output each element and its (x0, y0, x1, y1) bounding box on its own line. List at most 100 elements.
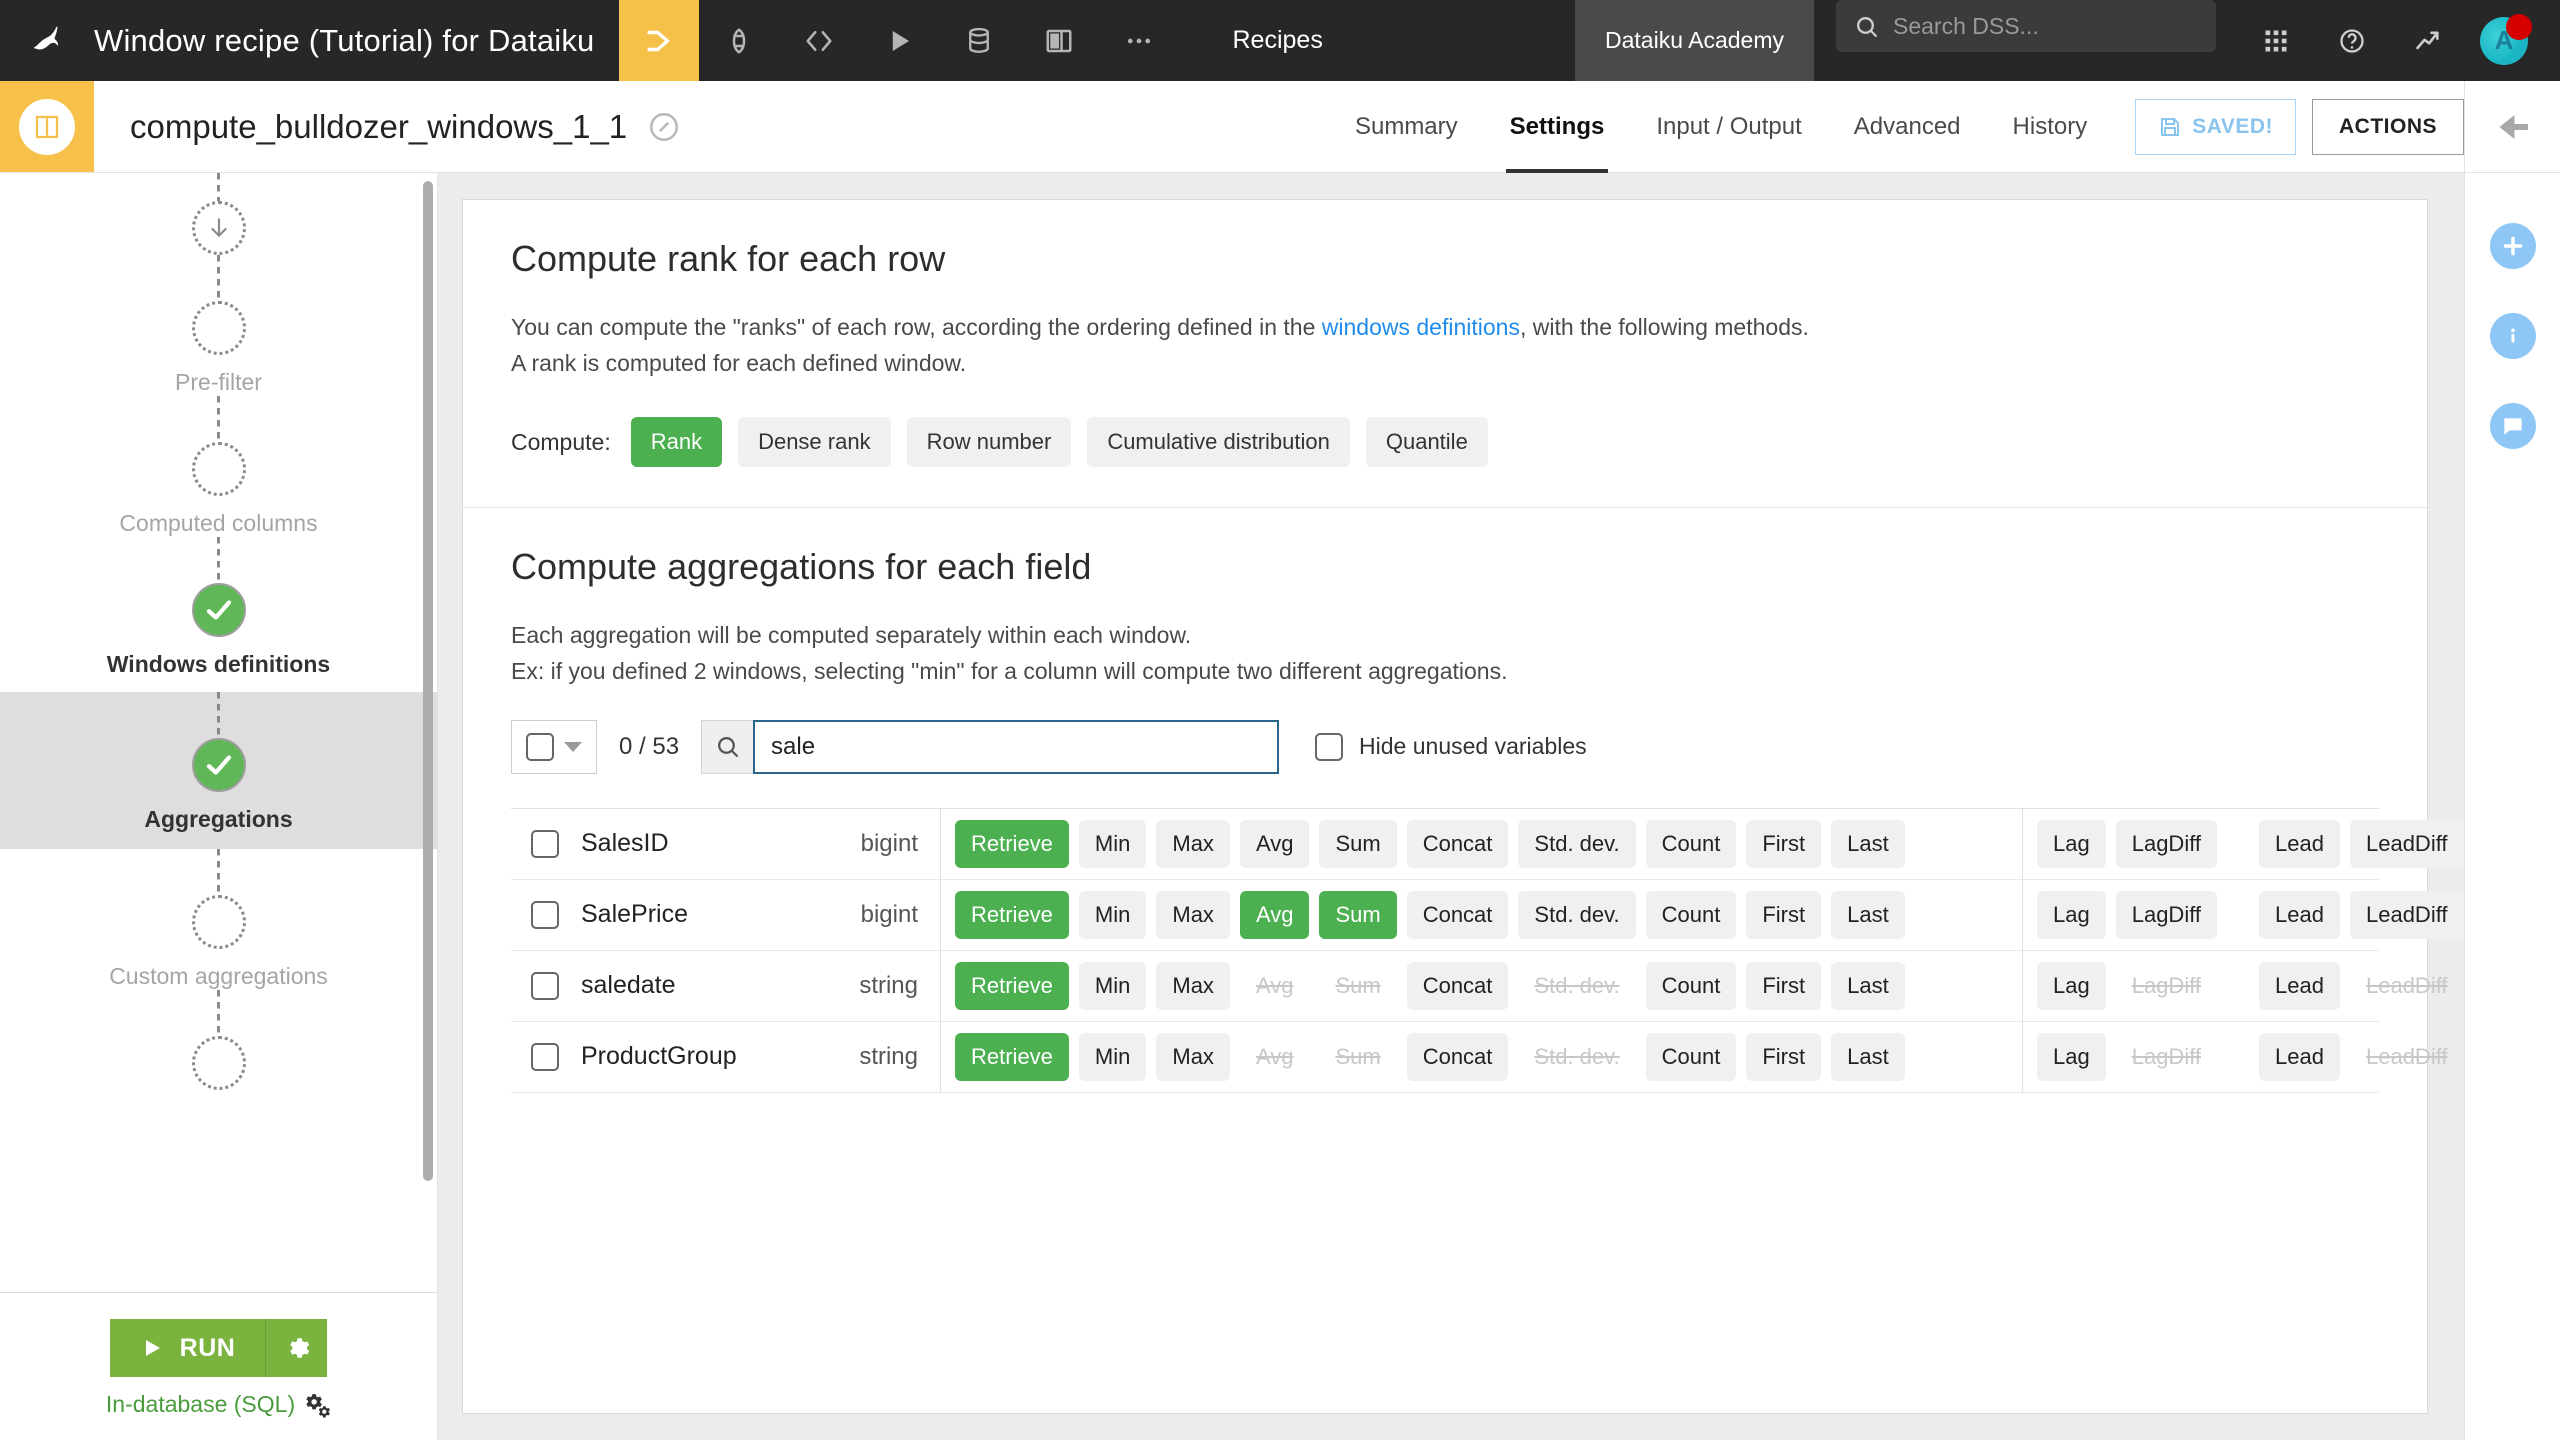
agg-last[interactable]: Last (1831, 1032, 1905, 1081)
agg-lead[interactable]: Lead (2259, 890, 2340, 939)
agg-retrieve[interactable]: Retrieve (955, 890, 1069, 939)
agg-lag[interactable]: Lag (2037, 819, 2106, 868)
agg-count[interactable]: Count (1645, 961, 1737, 1010)
step-node-custom-aggregations[interactable] (191, 895, 246, 949)
add-icon[interactable] (2489, 223, 2536, 269)
step-node-input[interactable] (191, 201, 246, 255)
play-icon[interactable] (859, 0, 939, 81)
agg-retrieve[interactable]: Retrieve (955, 1032, 1069, 1081)
tab-input-output[interactable]: Input / Output (1630, 81, 1827, 173)
agg-retrieve[interactable]: Retrieve (955, 961, 1069, 1010)
row-checkbox[interactable] (531, 1042, 559, 1071)
agg-std-dev[interactable]: Std. dev. (1518, 819, 1636, 868)
project-title[interactable]: Window recipe (Tutorial) for Dataiku (94, 0, 619, 81)
sidebar-item-windows-definitions[interactable]: Windows definitions (0, 537, 437, 692)
compute-option-quantile[interactable]: Quantile (1365, 417, 1488, 468)
navigate-icon[interactable] (647, 110, 681, 144)
agg-lagdiff[interactable]: LagDiff (2115, 890, 2218, 939)
agg-count[interactable]: Count (1645, 890, 1737, 939)
sidebar-item-aggregations[interactable]: Aggregations (0, 692, 437, 849)
compute-option-dense-rank[interactable]: Dense rank (738, 417, 891, 468)
dataiku-academy-button[interactable]: Dataiku Academy (1575, 0, 1814, 81)
table-row[interactable]: ProductGroup string Retrieve Min Max Avg… (511, 1021, 2448, 1093)
agg-first[interactable]: First (1746, 819, 1822, 868)
agg-concat[interactable]: Concat (1406, 819, 1509, 868)
agg-min[interactable]: Min (1078, 819, 1147, 868)
comment-icon[interactable] (2489, 403, 2536, 449)
tab-settings[interactable]: Settings (1484, 81, 1631, 173)
agg-lag[interactable]: Lag (2037, 961, 2106, 1010)
agg-leaddiff[interactable]: LeadDiff (2349, 890, 2464, 939)
apps-grid-icon[interactable] (2238, 0, 2314, 81)
collapse-panel-button[interactable] (2464, 81, 2560, 172)
hide-unused-checkbox[interactable] (1315, 732, 1344, 761)
agg-max[interactable]: Max (1156, 961, 1230, 1010)
agg-lead[interactable]: Lead (2259, 961, 2340, 1010)
row-checkbox[interactable] (531, 971, 559, 1000)
column-search-input[interactable] (753, 719, 1280, 774)
actions-button[interactable]: ACTIONS (2312, 98, 2464, 155)
more-icon[interactable] (1099, 0, 1179, 81)
dataiku-bird-icon[interactable] (0, 0, 94, 81)
database-icon[interactable] (939, 0, 1019, 81)
agg-last[interactable]: Last (1831, 819, 1905, 868)
agg-sum[interactable]: Sum (1319, 890, 1397, 939)
agg-min[interactable]: Min (1078, 890, 1147, 939)
agg-max[interactable]: Max (1156, 890, 1230, 939)
step-node-windows-definitions[interactable] (191, 583, 246, 637)
trend-icon[interactable] (2390, 0, 2466, 81)
agg-last[interactable]: Last (1831, 890, 1905, 939)
agg-count[interactable]: Count (1645, 819, 1737, 868)
agg-concat[interactable]: Concat (1406, 890, 1509, 939)
dashboard-icon[interactable] (1019, 0, 1099, 81)
agg-first[interactable]: First (1746, 961, 1822, 1010)
windows-definitions-link[interactable]: windows definitions (1322, 314, 1520, 340)
info-icon[interactable] (2489, 313, 2536, 359)
agg-max[interactable]: Max (1156, 819, 1230, 868)
sidebar-scrollbar[interactable] (423, 181, 433, 1181)
agg-max[interactable]: Max (1156, 1032, 1230, 1081)
column-search[interactable] (701, 719, 1280, 774)
run-button[interactable]: RUN (109, 1319, 266, 1377)
sidebar-item-custom-aggregations[interactable]: Custom aggregations (0, 849, 437, 990)
compute-option-cumulative-distribution[interactable]: Cumulative distribution (1087, 417, 1350, 468)
agg-min[interactable]: Min (1078, 1032, 1147, 1081)
agg-retrieve[interactable]: Retrieve (955, 819, 1069, 868)
row-checkbox[interactable] (531, 900, 559, 929)
chevron-down-icon[interactable] (564, 741, 582, 752)
run-settings-button[interactable] (265, 1319, 328, 1377)
search-input[interactable] (1893, 12, 2198, 40)
sidebar-item-pre-filter[interactable]: Pre-filter (0, 255, 437, 396)
agg-std-dev[interactable]: Std. dev. (1518, 890, 1636, 939)
step-input[interactable] (0, 173, 437, 255)
agg-last[interactable]: Last (1831, 961, 1905, 1010)
row-checkbox[interactable] (531, 829, 559, 858)
step-node-aggregations[interactable] (191, 738, 246, 792)
engine-selector[interactable]: In-database (SQL) (106, 1391, 331, 1418)
topbar-recipes-label[interactable]: Recipes (1197, 0, 1359, 81)
select-all-checkbox[interactable] (526, 732, 554, 761)
agg-lead[interactable]: Lead (2259, 819, 2340, 868)
agg-lagdiff[interactable]: LagDiff (2115, 819, 2218, 868)
select-all-dropdown[interactable] (511, 719, 597, 774)
code-icon[interactable] (779, 0, 859, 81)
sidebar-item-computed-columns[interactable]: Computed columns (0, 396, 437, 537)
compute-option-rank[interactable]: Rank (630, 417, 723, 468)
table-row[interactable]: SalesID bigint Retrieve Min Max Avg Sum … (511, 808, 2464, 880)
agg-first[interactable]: First (1746, 890, 1822, 939)
agg-avg[interactable]: Avg (1239, 819, 1310, 868)
step-output[interactable] (0, 990, 437, 1090)
agg-count[interactable]: Count (1645, 1032, 1737, 1081)
global-search[interactable] (1836, 0, 2216, 52)
tab-summary[interactable]: Summary (1329, 81, 1484, 173)
agg-concat[interactable]: Concat (1406, 1032, 1509, 1081)
agg-sum[interactable]: Sum (1319, 819, 1397, 868)
table-row[interactable]: saledate string Retrieve Min Max Avg Sum… (511, 950, 2448, 1022)
window-recipe-icon[interactable] (618, 0, 699, 81)
step-node-pre-filter[interactable] (191, 301, 246, 355)
user-avatar-wrapper[interactable]: A (2466, 0, 2542, 81)
flow-icon[interactable] (699, 0, 779, 81)
agg-avg[interactable]: Avg (1239, 890, 1310, 939)
step-node-computed-columns[interactable] (191, 442, 246, 496)
step-node-output[interactable] (191, 1036, 246, 1090)
